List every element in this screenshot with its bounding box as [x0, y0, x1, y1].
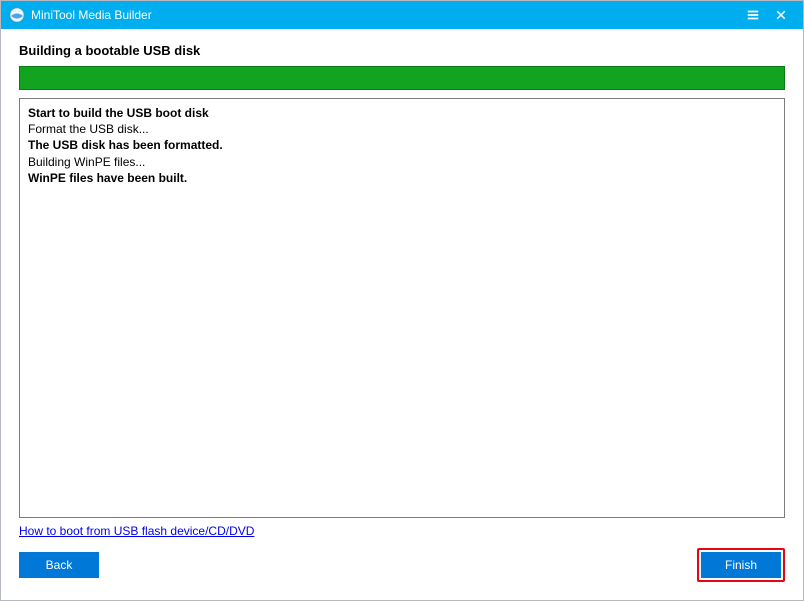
button-row: Back Finish: [19, 548, 785, 582]
back-button[interactable]: Back: [19, 552, 99, 578]
titlebar-title: MiniTool Media Builder: [31, 8, 152, 22]
log-line: Start to build the USB boot disk: [28, 105, 776, 121]
log-box: Start to build the USB boot disk Format …: [19, 98, 785, 518]
titlebar: MiniTool Media Builder: [1, 1, 803, 29]
close-button[interactable]: [767, 1, 795, 29]
log-line: The USB disk has been formatted.: [28, 137, 776, 153]
menu-button[interactable]: [739, 1, 767, 29]
help-link[interactable]: How to boot from USB flash device/CD/DVD: [19, 524, 254, 538]
finish-button-highlight: Finish: [697, 548, 785, 582]
page-heading: Building a bootable USB disk: [19, 43, 785, 58]
log-line: Format the USB disk...: [28, 121, 776, 137]
log-line: WinPE files have been built.: [28, 170, 776, 186]
app-icon: [9, 7, 25, 23]
progress-bar: [19, 66, 785, 90]
content-area: Building a bootable USB disk Start to bu…: [1, 29, 803, 592]
log-line: Building WinPE files...: [28, 154, 776, 170]
finish-button[interactable]: Finish: [701, 552, 781, 578]
